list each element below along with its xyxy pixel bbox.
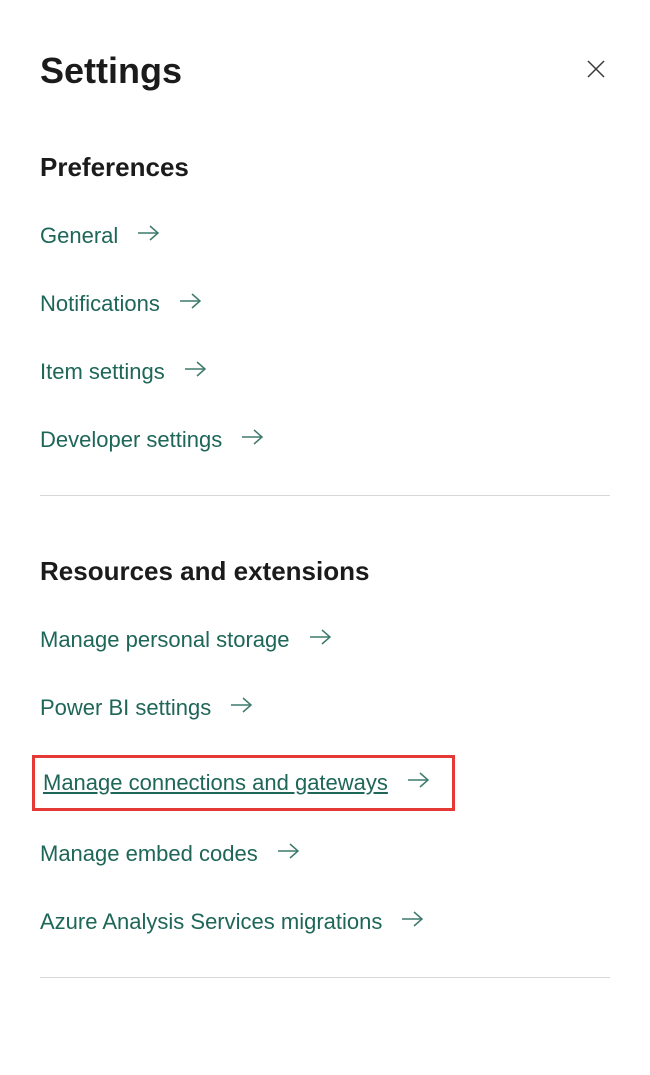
settings-header: Settings — [40, 50, 610, 92]
link-power-bi-settings[interactable]: Power BI settings — [40, 695, 255, 721]
preferences-heading: Preferences — [40, 152, 610, 183]
preferences-section: Preferences General Notifications Item s… — [40, 152, 610, 453]
link-manage-personal-storage[interactable]: Manage personal storage — [40, 627, 334, 653]
link-label: Developer settings — [40, 427, 222, 453]
link-label: Power BI settings — [40, 695, 211, 721]
arrow-right-icon — [240, 427, 266, 453]
link-label: Item settings — [40, 359, 165, 385]
arrow-right-icon — [136, 223, 162, 249]
link-general[interactable]: General — [40, 223, 162, 249]
link-developer-settings[interactable]: Developer settings — [40, 427, 266, 453]
arrow-right-icon — [276, 841, 302, 867]
arrow-right-icon — [308, 627, 334, 653]
link-label: Manage connections and gateways — [43, 770, 388, 796]
link-label: Manage embed codes — [40, 841, 258, 867]
link-label: Notifications — [40, 291, 160, 317]
arrow-right-icon — [400, 909, 426, 935]
link-manage-connections-gateways[interactable]: Manage connections and gateways — [32, 755, 455, 811]
link-notifications[interactable]: Notifications — [40, 291, 204, 317]
arrow-right-icon — [178, 291, 204, 317]
link-label: Manage personal storage — [40, 627, 290, 653]
close-icon — [584, 57, 608, 86]
close-button[interactable] — [582, 57, 610, 85]
resources-section: Resources and extensions Manage personal… — [40, 556, 610, 935]
section-divider — [40, 977, 610, 978]
section-divider — [40, 495, 610, 496]
link-azure-analysis-migrations[interactable]: Azure Analysis Services migrations — [40, 909, 426, 935]
link-manage-embed-codes[interactable]: Manage embed codes — [40, 841, 302, 867]
arrow-right-icon — [406, 770, 432, 796]
arrow-right-icon — [229, 695, 255, 721]
arrow-right-icon — [183, 359, 209, 385]
resources-heading: Resources and extensions — [40, 556, 610, 587]
page-title: Settings — [40, 50, 182, 92]
link-label: Azure Analysis Services migrations — [40, 909, 382, 935]
link-label: General — [40, 223, 118, 249]
link-item-settings[interactable]: Item settings — [40, 359, 209, 385]
